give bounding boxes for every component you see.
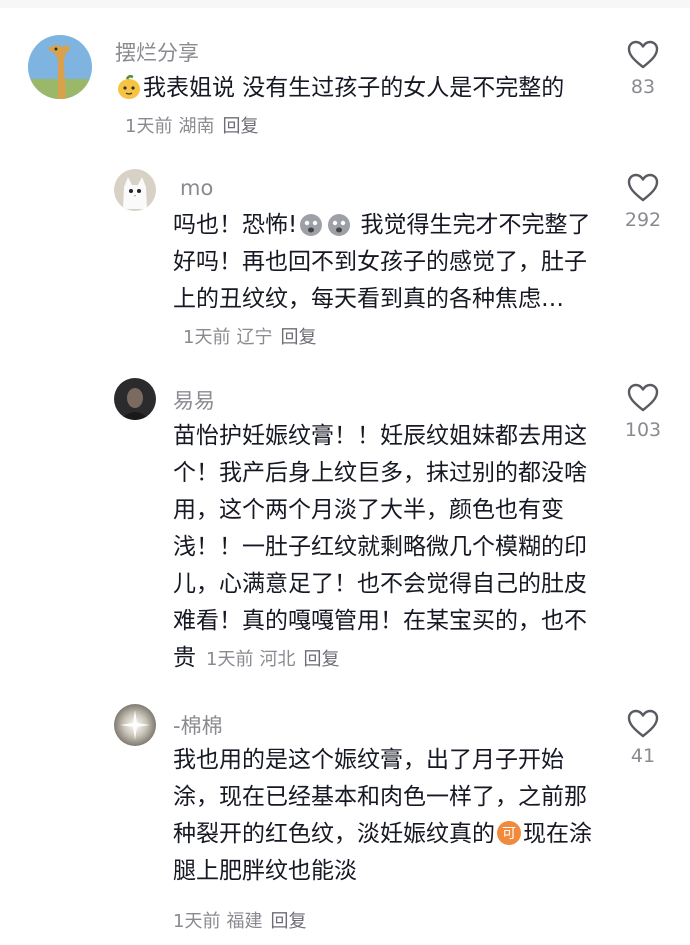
like-count: 83 <box>630 76 656 98</box>
comment-location: 福建 <box>226 911 263 932</box>
comment-location: 湖南 <box>178 116 215 137</box>
comment-meta: 1天前 辽宁 回复 <box>183 327 316 348</box>
comment-time: 1天前 <box>206 649 254 670</box>
comment-author-name[interactable]: -棉棉 <box>173 710 223 740</box>
comment-location: 河北 <box>259 649 296 670</box>
comment-body: 我表姐说 没有生过孩子的女人是不完整的 <box>143 75 565 101</box>
heart-outline-icon <box>627 709 659 738</box>
reply-button[interactable]: 回复 <box>303 649 339 670</box>
comment-author-name[interactable]: 摆烂分享 <box>115 37 199 67</box>
heart-outline-icon <box>627 173 659 202</box>
heart-outline-icon <box>627 40 659 69</box>
cat-avatar[interactable] <box>114 169 156 211</box>
comment-time: 1天前 <box>183 327 231 348</box>
comment-item: 易易 苗怡护妊娠纹膏！！妊辰纹姐妹都去用这个！我产后身上纹巨多，抹过别的都没啥用… <box>0 370 690 700</box>
giraffe-avatar[interactable] <box>28 35 92 99</box>
reply-button[interactable]: 回复 <box>280 327 316 348</box>
comment-body: 吗也！恐怖! <box>173 212 298 238</box>
like-button[interactable]: 103 <box>613 382 673 441</box>
comment-text: 我也用的是这个娠纹膏，出了月子开始涂，现在已经基本和肉色一样了，之前那种裂开的红… <box>173 742 598 890</box>
reply-button[interactable]: 回复 <box>270 911 306 932</box>
comment-location: 辽宁 <box>236 327 273 348</box>
comment-time: 1天前 <box>173 911 221 932</box>
reply-button[interactable]: 回复 <box>222 116 258 137</box>
comment-item: 摆烂分享 我表姐说 没有生过孩子的女人是不完整的 1天前 湖南 回复 83 <box>0 0 690 160</box>
sparkle-avatar[interactable] <box>114 704 156 746</box>
scared-face-emoji <box>298 211 324 237</box>
like-button[interactable]: 83 <box>613 39 673 98</box>
comment-body: 苗怡护妊娠纹膏！！妊辰纹姐妹都去用这个！我产后身上纹巨多，抹过别的都没啥用，这个… <box>173 423 587 671</box>
person-avatar[interactable] <box>114 378 156 420</box>
comment-meta: 1天前 湖南 回复 <box>125 116 258 137</box>
comment-text: 我表姐说 没有生过孩子的女人是不完整的 1天前 湖南 回复 <box>115 70 595 145</box>
like-count: 292 <box>624 209 662 231</box>
comment-text: 苗怡护妊娠纹膏！！妊辰纹姐妹都去用这个！我产后身上纹巨多，抹过别的都没啥用，这个… <box>173 418 598 678</box>
scared-face-emoji <box>326 211 352 237</box>
comment-item: mo 吗也！恐怖! 我觉得生完才不完整了好吗！再也回不到女孩子的感觉了，肚子上的… <box>0 160 690 370</box>
like-button[interactable]: 41 <box>613 708 673 767</box>
comment-text: 吗也！恐怖! 我觉得生完才不完整了好吗！再也回不到女孩子的感觉了，肚子上的丑纹纹… <box>173 207 598 356</box>
like-count: 103 <box>624 419 662 441</box>
comment-item: -棉棉 我也用的是这个娠纹膏，出了月子开始涂，现在已经基本和肉色一样了，之前那种… <box>0 700 690 945</box>
like-count: 41 <box>630 745 656 767</box>
svg-text:可: 可 <box>502 826 516 842</box>
ke-badge-emoji: 可 <box>496 820 522 846</box>
comment-meta: 1天前 福建 回复 <box>173 907 306 933</box>
like-button[interactable]: 292 <box>613 172 673 231</box>
comment-meta: 1天前 河北 回复 <box>206 649 339 670</box>
comment-author-name[interactable]: mo <box>180 176 213 200</box>
heart-outline-icon <box>627 383 659 412</box>
comment-author-name[interactable]: 易易 <box>173 385 215 415</box>
mango-emoji <box>116 74 142 100</box>
comment-time: 1天前 <box>125 116 173 137</box>
